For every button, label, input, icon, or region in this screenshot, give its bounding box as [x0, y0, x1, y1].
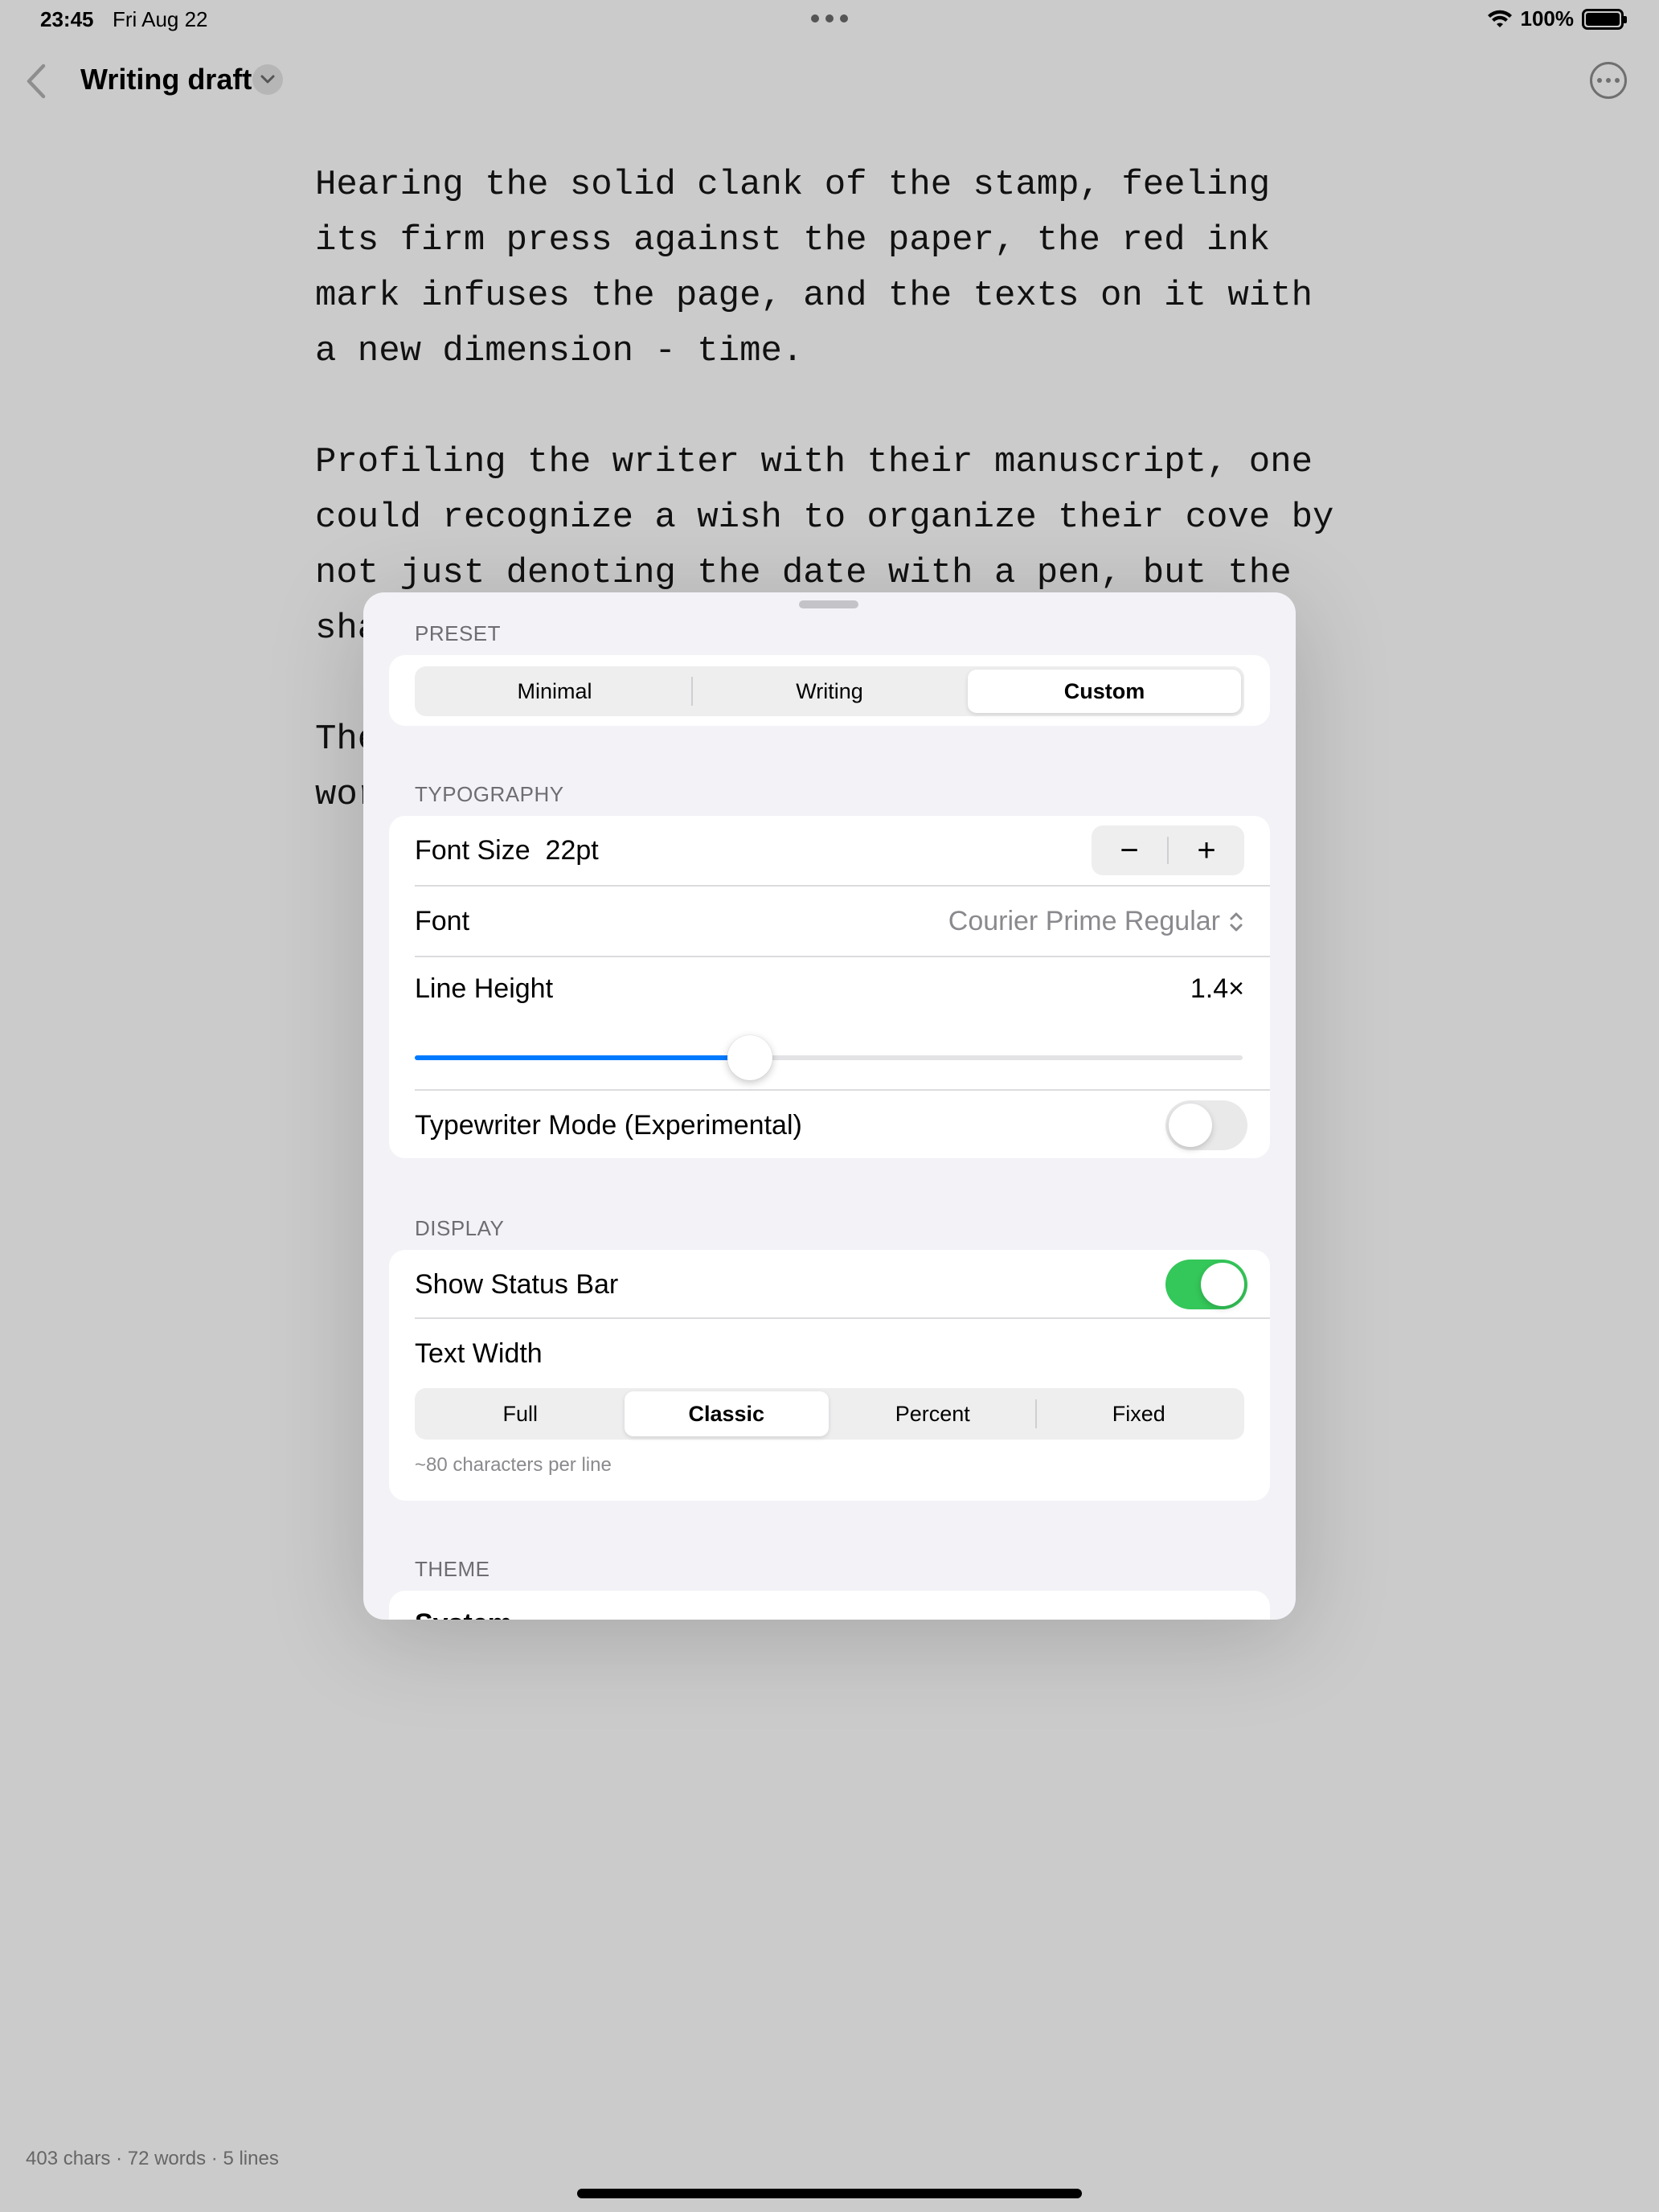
text-width-note: ~80 characters per line: [415, 1454, 612, 1476]
text-width-label: Text Width: [415, 1338, 543, 1369]
preset-minimal[interactable]: Minimal: [418, 670, 691, 713]
document-title[interactable]: Writing draft: [80, 63, 252, 96]
preset-custom[interactable]: Custom: [968, 670, 1241, 713]
text-width-percent[interactable]: Percent: [830, 1391, 1035, 1436]
show-status-bar-row: Show Status Bar: [389, 1250, 1270, 1319]
font-label: Font: [415, 906, 470, 936]
battery-percent: 100%: [1520, 6, 1575, 31]
font-size-value: 22pt: [545, 835, 599, 866]
typography-group: Font Size 22pt − + Font Courier Prime Re…: [389, 816, 1270, 1158]
battery-icon: [1582, 8, 1627, 30]
decrease-font-size-button[interactable]: −: [1092, 825, 1167, 875]
font-value: Courier Prime Regular: [948, 906, 1220, 936]
show-status-bar-toggle[interactable]: [1165, 1260, 1247, 1309]
status-date: Fri Aug 22: [113, 7, 208, 31]
navigation-bar: Writing draft: [0, 48, 1659, 113]
document-stats: 403 chars · 72 words · 5 lines: [26, 2148, 279, 2169]
sheet-grabber[interactable]: [799, 600, 858, 608]
settings-popover: PRESET Minimal Writing Custom TYPOGRAPHY…: [363, 592, 1296, 1620]
line-height-label: Line Height: [415, 973, 554, 1004]
theme-group: System: [389, 1591, 1270, 1620]
editor-paragraph: Hearing the solid clank of the stamp, fe…: [315, 165, 1313, 371]
text-width-full[interactable]: Full: [418, 1391, 623, 1436]
theme-section-header: THEME: [415, 1557, 490, 1581]
wifi-icon: [1487, 10, 1512, 27]
font-row[interactable]: Font Courier Prime Regular: [389, 887, 1270, 956]
text-width-fixed[interactable]: Fixed: [1037, 1391, 1242, 1436]
line-height-slider-fill: [415, 1055, 751, 1060]
status-time: 23:45: [40, 7, 94, 31]
typewriter-mode-row: Typewriter Mode (Experimental): [389, 1091, 1270, 1158]
show-status-bar-label: Show Status Bar: [415, 1269, 619, 1300]
text-width-classic[interactable]: Classic: [624, 1391, 829, 1436]
line-height-row: Line Height 1.4×: [389, 957, 1270, 1089]
preset-writing[interactable]: Writing: [693, 670, 966, 713]
typography-section-header: TYPOGRAPHY: [415, 782, 564, 806]
line-height-slider[interactable]: [415, 1035, 1243, 1080]
font-size-row: Font Size 22pt − +: [389, 816, 1270, 885]
font-size-label: Font Size 22pt: [415, 835, 599, 866]
preset-segmented-control: Minimal Writing Custom: [415, 666, 1244, 716]
font-size-stepper: − +: [1092, 825, 1244, 875]
typewriter-mode-toggle[interactable]: [1165, 1100, 1247, 1150]
status-bar: 23:45 Fri Aug 22 100%: [0, 0, 1659, 39]
text-width-row: Text Width Full Classic Percent Fixed ~8…: [389, 1319, 1270, 1501]
up-down-chevron-icon: [1230, 912, 1243, 931]
back-chevron-icon[interactable]: [19, 61, 55, 101]
preset-section-header: PRESET: [415, 621, 502, 645]
increase-font-size-button[interactable]: +: [1169, 825, 1244, 875]
typewriter-mode-label: Typewriter Mode (Experimental): [415, 1110, 802, 1141]
display-section-header: DISPLAY: [415, 1216, 505, 1240]
multitasking-dots-icon[interactable]: [811, 14, 848, 23]
preset-group: Minimal Writing Custom: [389, 655, 1270, 726]
line-height-value: 1.4×: [1190, 973, 1244, 1004]
theme-row-label[interactable]: System: [415, 1608, 512, 1620]
more-options-icon[interactable]: [1590, 62, 1627, 99]
home-indicator[interactable]: [577, 2189, 1082, 2198]
display-group: Show Status Bar Text Width Full Classic …: [389, 1250, 1270, 1501]
text-width-segmented-control: Full Classic Percent Fixed: [415, 1388, 1244, 1440]
font-picker[interactable]: Courier Prime Regular: [948, 906, 1244, 937]
title-menu-chevron-down-icon[interactable]: [252, 64, 283, 95]
line-height-slider-thumb[interactable]: [727, 1035, 773, 1080]
